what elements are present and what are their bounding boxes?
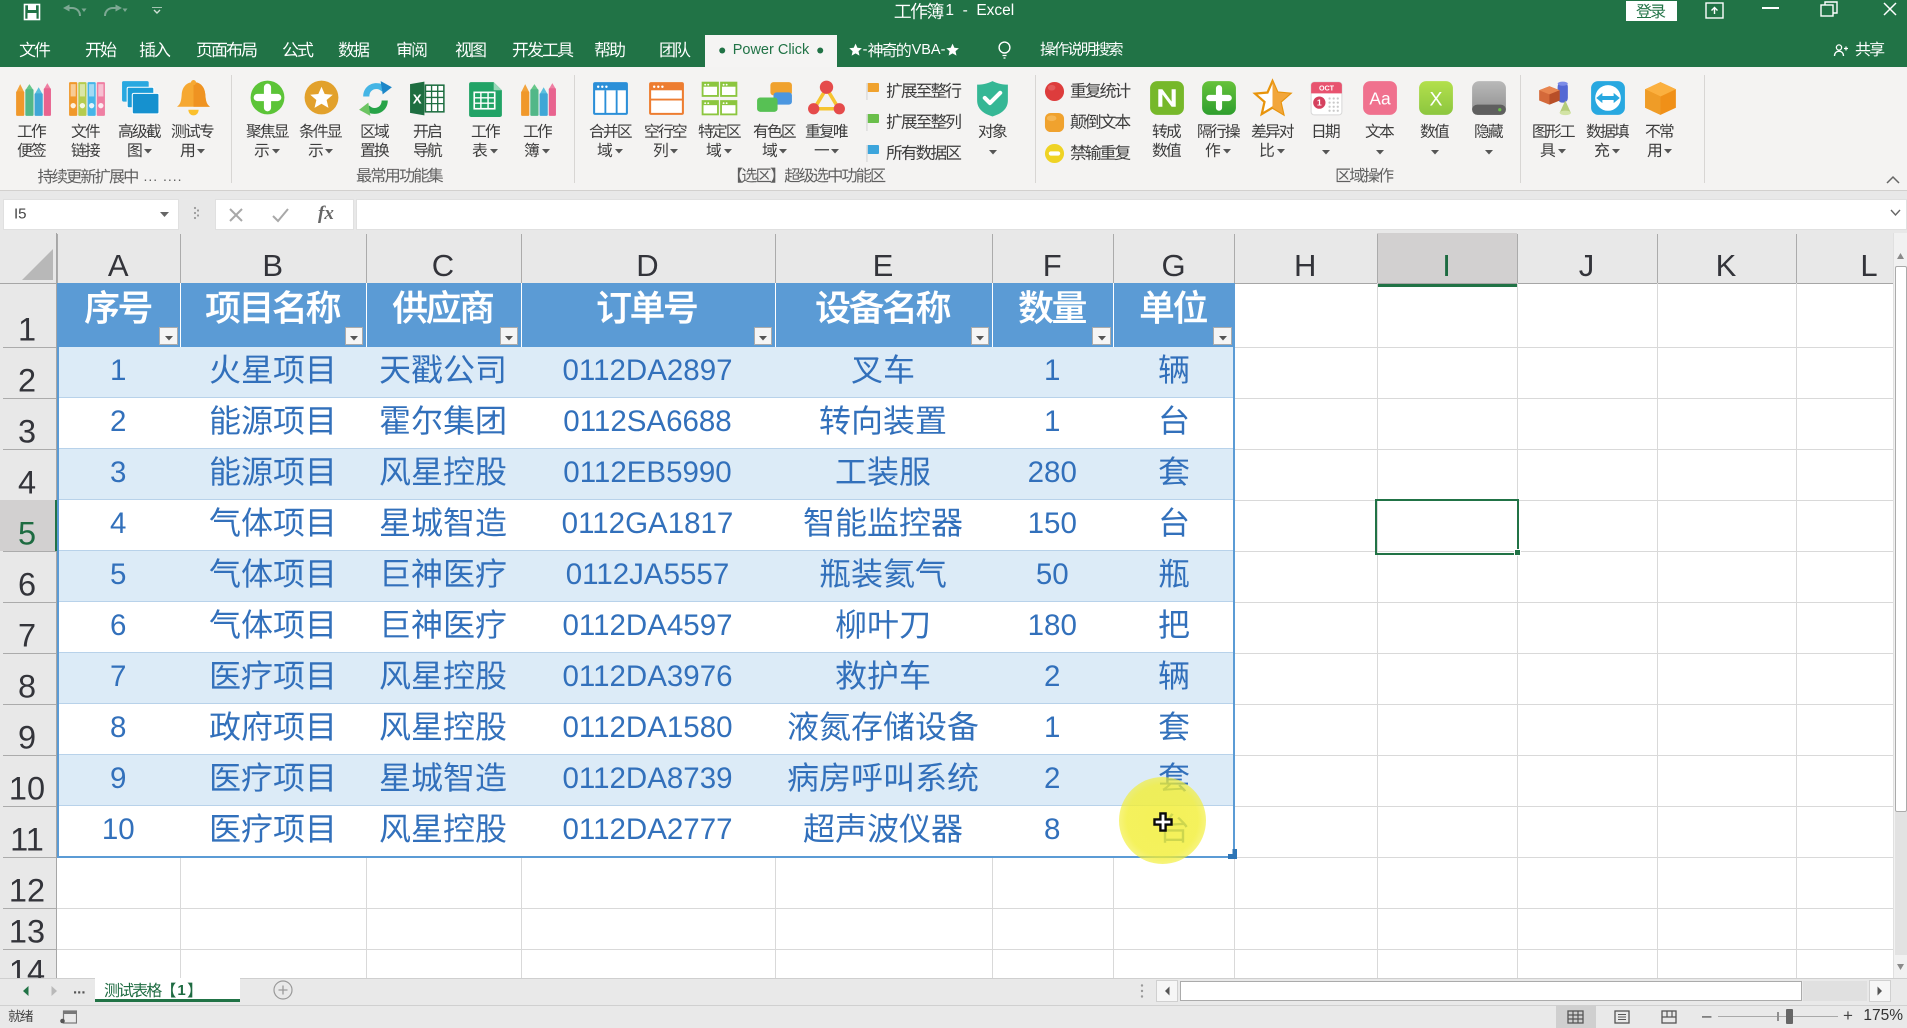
svg-text:1: 1 <box>1316 97 1321 107</box>
svg-text:X: X <box>412 91 421 106</box>
svg-text:X: X <box>1429 88 1442 110</box>
svg-text:OCT: OCT <box>1319 84 1335 92</box>
svg-text:Aa: Aa <box>1370 88 1392 108</box>
